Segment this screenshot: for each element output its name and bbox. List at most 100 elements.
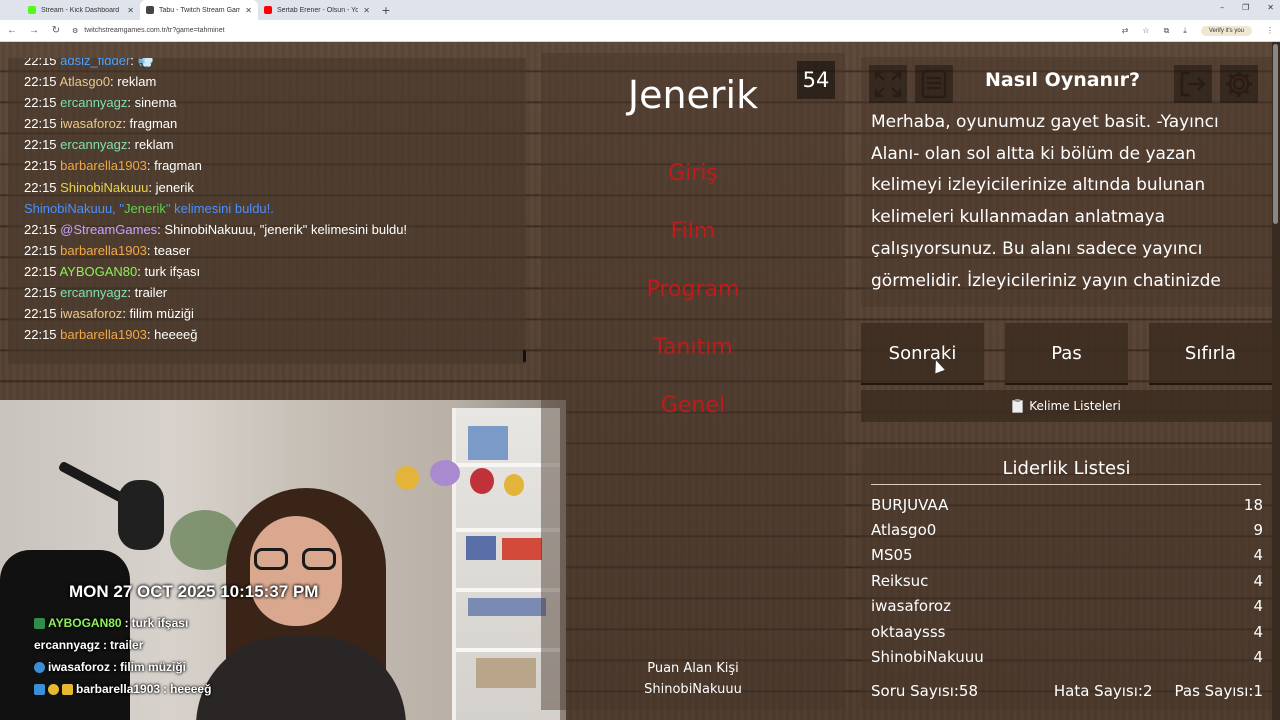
next-button[interactable]: Sonraki (861, 323, 984, 385)
leaderboard-row: Reiksuc 4 (871, 568, 1263, 593)
chat-message: 22:15 @StreamGames: ShinobiNakuuu, "jene… (24, 221, 408, 237)
taboo-word: Tanıtım (653, 335, 733, 360)
chat-message: 22:15 barbarella1903: teaser (24, 242, 191, 258)
close-icon[interactable]: ✕ (127, 6, 134, 15)
chat-username[interactable]: ercannyagz (60, 285, 127, 300)
reload-icon[interactable]: ↻ (50, 25, 62, 36)
chat-username[interactable]: ercannyagz (60, 137, 127, 152)
scorer-label: Puan Alan Kişi (647, 661, 739, 676)
badge-icon (34, 617, 45, 629)
scorer-name: ShinobiNakuuu (644, 682, 742, 697)
player-name: Atlasgo0 (871, 521, 937, 540)
close-icon[interactable]: ✕ (245, 6, 252, 15)
chat-username[interactable]: barbarella1903 (60, 243, 147, 258)
chat-text: 💨 (137, 58, 154, 68)
chat-timestamp: 22:15 (24, 158, 57, 174)
chat-text: fragman (154, 158, 202, 174)
scorer-info: Puan Alan Kişi ShinobiNakuuu (541, 658, 845, 700)
chat-username[interactable]: ercannyagz (60, 95, 127, 110)
webcam-feed: MON 27 OCT 2025 10:15:37 PM AYBOGAN80 : … (0, 400, 566, 720)
chat-text: trailer (134, 285, 168, 301)
taboo-word: Genel (660, 393, 726, 418)
chat-message: 22:15 iwasaforoz: fragman (24, 116, 178, 132)
chat-message: 22:15 adsiz_fidder: 💨 (24, 58, 526, 71)
logout-button[interactable] (1174, 65, 1212, 103)
system-message: ShinobiNakuuu, "Jenerik" kelimesini buld… (24, 198, 526, 219)
chat-username[interactable]: Atlasgo0 (59, 74, 110, 89)
overlay-chat: AYBOGAN80 : turk ifşası ercannyagz : tra… (34, 612, 211, 700)
browser-tab-kick[interactable]: Stream - Kick Dashboard ✕ (22, 0, 140, 20)
forward-icon[interactable]: → (28, 25, 40, 36)
chat-username[interactable]: barbarella1903 (60, 327, 147, 342)
player-name: Reiksuc (871, 571, 929, 590)
close-icon[interactable]: ✕ (363, 6, 370, 15)
fullscreen-button[interactable] (869, 65, 907, 103)
minimize-button[interactable]: – (1220, 3, 1224, 12)
settings-button[interactable] (1220, 65, 1258, 103)
overlay-chat-line: AYBOGAN80 : turk ifşası (34, 612, 211, 634)
logout-icon (1180, 71, 1206, 97)
leaderboard-row: iwasaforoz 4 (871, 594, 1263, 619)
system-text: ShinobiNakuuu, " (24, 200, 125, 216)
pass-button[interactable]: Pas (1005, 323, 1128, 385)
overlay-chat-message: heeeeğ (170, 682, 212, 696)
badge-icon (48, 683, 59, 695)
chat-scrollbar[interactable] (523, 350, 526, 362)
reset-button[interactable]: Sıfırla (1149, 323, 1272, 385)
leaderboard-row: oktaaysss 4 (871, 619, 1263, 644)
overlay-chat-message: turk ifşası (131, 616, 189, 630)
chat-timestamp: 22:15 (24, 263, 57, 279)
browser-tab-tabu[interactable]: Tabu - Twitch Stream Games ✕ (140, 0, 258, 20)
how-to-play-text: Merhaba, oyunumuz gayet basit. -Yayıncı … (871, 112, 1221, 303)
chat-username[interactable]: ShinobiNakuuu (60, 180, 148, 195)
chat-timestamp: 22:15 (24, 137, 57, 153)
overlay-chat-separator: : (103, 638, 108, 652)
close-window-button[interactable]: ✕ (1267, 3, 1274, 12)
chat-username[interactable]: adsiz_fidder (60, 58, 130, 68)
new-tab-button[interactable]: + (376, 4, 396, 17)
chat-username[interactable]: iwasaforoz (60, 306, 122, 321)
overlay-chat-message: filim müziği (120, 660, 187, 674)
page-scrollbar[interactable] (1272, 42, 1280, 720)
divider (871, 484, 1261, 485)
player-name: ShinobiNakuuu (871, 648, 984, 667)
chat-timestamp: 22:15 (24, 58, 57, 68)
notes-icon (921, 69, 947, 99)
tabu-favicon-icon (146, 6, 154, 14)
leaderboard-stats: Soru Sayısı:58 Hata Sayısı:2 Pas Sayısı:… (871, 682, 1263, 700)
stream-datetime: MON 27 OCT 2025 10:15:37 PM (69, 582, 319, 601)
microphone-icon (118, 480, 164, 550)
chat-timestamp: 22:15 (24, 116, 57, 132)
downloads-icon[interactable]: ⤓ (1183, 26, 1187, 36)
url-field[interactable]: ⚙ twitchstreamgames.com.tr/tr?game=tahmi… (72, 22, 1112, 39)
overlay-chat-separator: : (113, 660, 118, 674)
chat-timestamp: 22:15 (24, 306, 57, 322)
address-bar: ← → ↻ ⚙ twitchstreamgames.com.tr/tr?game… (0, 20, 1280, 42)
chat-timestamp: 22:15 (24, 74, 57, 90)
tab-title: Tabu - Twitch Stream Games (159, 6, 241, 14)
chat-username[interactable]: AYBOGAN80 (59, 264, 137, 279)
word-lists-label: Kelime Listeleri (1029, 399, 1121, 413)
translate-icon[interactable]: ⇄ (1122, 26, 1129, 35)
verify-button[interactable]: Verify it's you (1200, 25, 1252, 36)
badge-icon (62, 683, 73, 695)
chat-username[interactable]: @StreamGames (60, 222, 157, 237)
browser-tab-youtube[interactable]: Sertab Erener - Olsun - YouTube ✕ (258, 0, 376, 20)
chat-message: 22:15 ercannyagz: trailer (24, 285, 168, 301)
word-lists-button[interactable]: Kelime Listeleri (861, 390, 1272, 422)
badge-icon (34, 661, 45, 673)
chat-panel: 22:15 adsiz_fidder: 💨 22:15 Atlasgo0: rek… (8, 58, 526, 364)
notes-button[interactable] (915, 65, 953, 103)
chat-username[interactable]: barbarella1903 (60, 158, 147, 173)
menu-icon[interactable]: ⋮ (1266, 26, 1274, 35)
leaderboard-row: Atlasgo0 9 (871, 517, 1263, 542)
maximize-button[interactable]: ❐ (1242, 3, 1249, 12)
back-icon[interactable]: ← (6, 25, 18, 36)
bookmark-star-icon[interactable]: ☆ (1142, 26, 1149, 35)
overlay-chat-line: iwasaforoz : filim müziği (34, 656, 211, 678)
kick-favicon-icon (28, 6, 36, 14)
overlay-chat-line: ercannyagz : trailer (34, 634, 211, 656)
chat-username[interactable]: iwasaforoz (60, 116, 122, 131)
site-info-icon[interactable]: ⚙ (72, 27, 78, 35)
extensions-icon[interactable]: ⧉ (1164, 26, 1170, 36)
